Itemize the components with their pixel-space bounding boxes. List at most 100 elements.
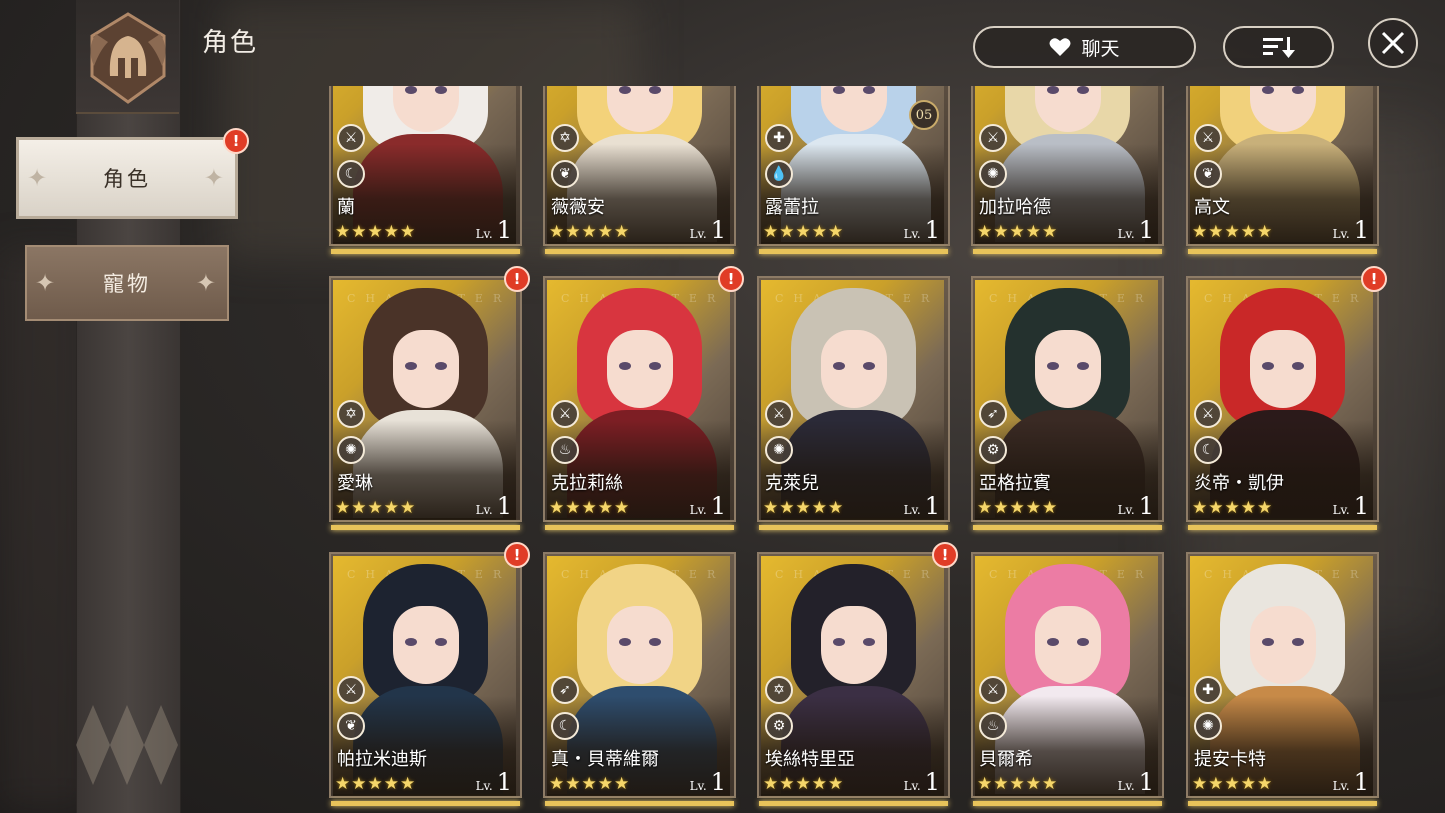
character-card[interactable]: CHARACTER✡⚙埃絲特里亞★★★★★Lv.1!	[757, 542, 958, 806]
star-rating: ★★★★★	[549, 774, 631, 794]
hexagram-icon: ✡	[337, 400, 365, 428]
card-bottom-bar	[759, 525, 948, 530]
star-rating: ★★★★★	[763, 222, 845, 242]
count-badge: 05	[909, 100, 939, 130]
card-bottom-bar	[331, 525, 520, 530]
character-card[interactable]: CHARACTER⚔♨克拉莉絲★★★★★Lv.1!	[543, 266, 744, 530]
character-level: Lv. 1	[476, 768, 512, 796]
character-card[interactable]: CHARACTER➶☾真・貝蒂維爾★★★★★Lv.1	[543, 552, 736, 806]
level-value: 1	[924, 492, 940, 520]
character-level: Lv. 1	[1333, 768, 1369, 796]
level-prefix: Lv.	[1117, 503, 1135, 517]
character-card[interactable]: CHARACTER✡❦薇薇安★★★★★Lv.1	[543, 86, 736, 254]
sun-icon: ✺	[979, 160, 1007, 188]
character-name: 加拉哈德	[979, 197, 1051, 218]
star-rating: ★★★★★	[549, 498, 631, 518]
character-level: Lv. 1	[690, 216, 726, 244]
gear-icon: ⚙	[765, 712, 793, 740]
character-name: 真・貝蒂維爾	[551, 749, 659, 770]
close-button[interactable]	[1368, 18, 1418, 68]
character-name: 克拉莉絲	[551, 473, 623, 494]
sword-icon: ⚔	[1194, 400, 1222, 428]
alert-badge: !	[1361, 266, 1387, 292]
cross-icon: ✚	[765, 124, 793, 152]
alert-badge: !	[504, 266, 530, 292]
character-card[interactable]: CHARACTER⚔✺克萊兒★★★★★Lv.1	[757, 276, 950, 530]
level-value: 1	[496, 492, 512, 520]
character-card[interactable]: CHARACTER✡✺愛琳★★★★★Lv.1!	[329, 266, 530, 530]
card-bottom-bar	[759, 249, 948, 254]
level-value: 1	[1138, 768, 1154, 796]
star-rating: ★★★★★	[977, 498, 1059, 518]
sidebar-strip	[76, 0, 181, 813]
level-value: 1	[1138, 492, 1154, 520]
close-icon	[1381, 31, 1405, 55]
star-rating: ★★★★★	[763, 498, 845, 518]
card-bottom-bar	[545, 249, 734, 254]
character-name: 薇薇安	[551, 197, 605, 218]
character-card[interactable]: CHARACTER⚔☾炎帝・凱伊★★★★★Lv.1!	[1186, 266, 1387, 530]
character-card[interactable]: CHARACTER✚✺提安卡特★★★★★Lv.1	[1186, 552, 1379, 806]
character-level: Lv. 1	[904, 216, 940, 244]
character-card[interactable]: CHARACTER➶⚙亞格拉賓★★★★★Lv.1	[971, 276, 1164, 530]
character-name: 提安卡特	[1194, 749, 1266, 770]
character-level: Lv. 1	[690, 768, 726, 796]
character-grid[interactable]: CHARACTER⚔☾蘭★★★★★Lv.1CHARACTER✡❦薇薇安★★★★★…	[320, 86, 1400, 813]
level-value: 1	[1353, 216, 1369, 244]
star-rating: ★★★★★	[1192, 222, 1274, 242]
diamond-pattern	[76, 705, 178, 785]
character-card[interactable]: CHARACTER⚔✺加拉哈德★★★★★Lv.1	[971, 86, 1164, 254]
bow-icon: ➶	[979, 400, 1007, 428]
character-level: Lv. 1	[690, 492, 726, 520]
character-card[interactable]: CHARACTER⚔♨貝爾希★★★★★Lv.1	[971, 552, 1164, 806]
card-bottom-bar	[973, 249, 1162, 254]
bow-icon: ➶	[551, 676, 579, 704]
star-rating: ★★★★★	[335, 222, 417, 242]
alert-badge: !	[718, 266, 744, 292]
level-prefix: Lv.	[689, 503, 707, 517]
fire-icon: ♨	[551, 436, 579, 464]
sparkle-icon: ✦	[203, 164, 227, 192]
level-value: 1	[924, 768, 940, 796]
sword-icon: ⚔	[1194, 124, 1222, 152]
level-prefix: Lv.	[1117, 779, 1135, 793]
level-value: 1	[1353, 768, 1369, 796]
alert-badge: !	[504, 542, 530, 568]
card-bottom-bar	[545, 525, 734, 530]
level-prefix: Lv.	[1332, 779, 1350, 793]
level-prefix: Lv.	[903, 779, 921, 793]
leaf-icon: ❦	[551, 160, 579, 188]
hexagram-icon: ✡	[765, 676, 793, 704]
character-level: Lv. 1	[904, 768, 940, 796]
character-level: Lv. 1	[476, 216, 512, 244]
moon-icon: ☾	[551, 712, 579, 740]
level-value: 1	[710, 768, 726, 796]
character-level: Lv. 1	[1333, 492, 1369, 520]
character-name: 亞格拉賓	[979, 473, 1051, 494]
heart-icon	[1049, 38, 1071, 56]
level-prefix: Lv.	[903, 503, 921, 517]
level-prefix: Lv.	[1332, 227, 1350, 241]
leaf-icon: ❦	[337, 712, 365, 740]
tab-characters[interactable]: ✦ 角色 ✦	[16, 137, 238, 219]
character-name: 貝爾希	[979, 749, 1033, 770]
chat-button[interactable]: 聊天	[973, 26, 1196, 68]
moon-icon: ☾	[1194, 436, 1222, 464]
character-card[interactable]: CHARACTER✚💧露蕾拉★★★★★Lv.105	[757, 86, 950, 254]
hexagram-icon: ✡	[551, 124, 579, 152]
tab-label: 角色	[103, 167, 151, 191]
character-name: 露蕾拉	[765, 197, 819, 218]
character-name: 高文	[1194, 197, 1230, 218]
character-card[interactable]: CHARACTER⚔☾蘭★★★★★Lv.1	[329, 86, 522, 254]
sort-button[interactable]	[1223, 26, 1334, 68]
character-card[interactable]: CHARACTER⚔❦帕拉米迪斯★★★★★Lv.1!	[329, 542, 530, 806]
level-value: 1	[496, 768, 512, 796]
character-card[interactable]: CHARACTER⚔❦高文★★★★★Lv.1	[1186, 86, 1379, 254]
level-value: 1	[1138, 216, 1154, 244]
tab-pets[interactable]: ✦ 寵物 ✦	[25, 245, 229, 321]
helmet-icon	[90, 12, 166, 104]
level-prefix: Lv.	[475, 779, 493, 793]
level-prefix: Lv.	[475, 227, 493, 241]
character-level: Lv. 1	[1118, 768, 1154, 796]
character-name: 蘭	[337, 197, 355, 218]
